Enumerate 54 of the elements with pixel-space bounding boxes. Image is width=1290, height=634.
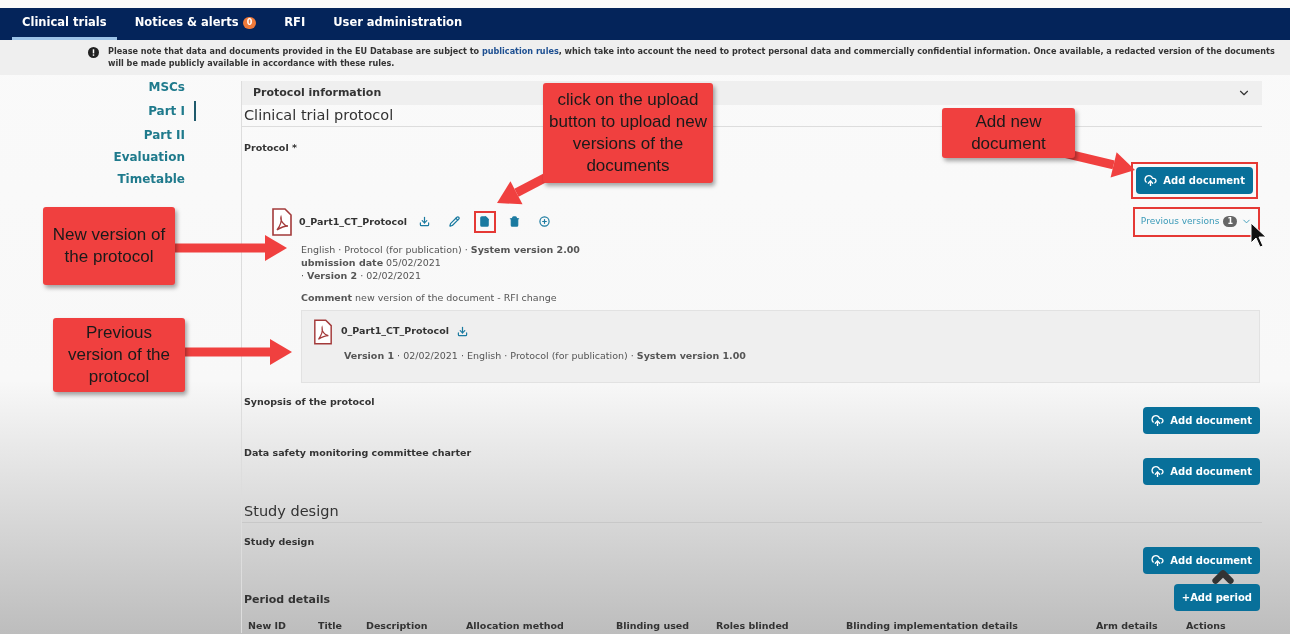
field-label: Study design	[243, 534, 315, 549]
version-count-badge: 1	[1223, 216, 1237, 228]
column-header: Actions	[1186, 618, 1227, 633]
document-meta: English · Protocol (for publication) · System version 2.00	[301, 242, 581, 256]
file-icon[interactable]	[473, 210, 496, 233]
field-label: Protocol *	[243, 141, 297, 155]
cloud-upload-icon	[1151, 413, 1165, 427]
nav-tab[interactable]: RFI	[274, 8, 316, 40]
pdf-file-icon	[313, 318, 333, 345]
column-header: Allocation method	[466, 618, 565, 633]
column-header: Roles blinded	[716, 618, 790, 633]
sidebar-link[interactable]: Timetable	[117, 171, 185, 187]
cloud-upload-icon	[1151, 464, 1165, 478]
exclamation-circle-icon	[88, 47, 99, 58]
column-header: New ID	[248, 618, 287, 633]
callout-tooltip: click on the upload button to upload new versions of the documents	[543, 83, 713, 183]
pdf-file-icon	[271, 207, 293, 236]
download-icon[interactable]	[456, 326, 468, 337]
sidebar-link[interactable]: Part II	[143, 127, 185, 143]
column-header: Arm details	[1096, 618, 1159, 633]
sidebar-link[interactable]: MSCs	[148, 79, 185, 95]
callout-tooltip: Add new document	[942, 108, 1075, 158]
document-name[interactable]: 0_Part1_CT_Protocol	[341, 324, 449, 339]
section-title: Protocol information	[253, 84, 382, 101]
publication-rules-link[interactable]: publication rules	[481, 46, 559, 56]
document-comment: Comment new version of the document - RFI change	[301, 290, 558, 304]
document-meta: · Version 2 · 02/02/2021	[301, 268, 422, 282]
sidebar-link[interactable]: Evaluation	[113, 149, 185, 165]
mouse-pointer-icon	[1250, 222, 1268, 248]
nav-tab[interactable]: Notices & alerts 0	[124, 8, 267, 40]
version-meta: Version 1 · 02/02/2021 · English · Protocol (for publication) · System version 1.00	[343, 348, 747, 363]
column-header: Blinding used	[616, 618, 691, 633]
callout-tooltip: New version of the protocol	[43, 207, 175, 285]
field-label: Synopsis of the protocol	[243, 394, 375, 409]
add-document-button[interactable]: Add document	[1143, 546, 1260, 574]
callout-tooltip: Previous version of the protocol	[53, 318, 185, 392]
add-period-button[interactable]: +Add period	[1173, 583, 1260, 611]
field-label: Data safety monitoring committee charter	[243, 445, 472, 460]
notice-text: Please note that data and documents provided in the EU Database are subject to publication rules, which take into account the need to protect personal data and commercially confidential information. Once available, a redacted version of the documents will be made publicly available in accordance with these rules.	[108, 45, 1276, 69]
column-header: Title	[318, 618, 343, 633]
nav-tab[interactable]: User administration	[323, 8, 473, 40]
cloud-upload-icon	[1151, 553, 1165, 567]
section-heading: Study design	[242, 500, 1262, 523]
alert-count-badge: 0	[242, 16, 257, 29]
document-name[interactable]: 0_Part1_CT_Protocol	[299, 214, 407, 229]
field-label: Period details	[243, 591, 331, 608]
add-document-button[interactable]: Add document	[1143, 406, 1260, 434]
column-header: Blinding implementation details	[846, 618, 1019, 633]
cloud-upload-icon	[1144, 174, 1158, 187]
sidebar-link[interactable]: Part I	[148, 101, 196, 121]
add-document-button[interactable]: Add document	[1143, 457, 1260, 485]
column-header: Description	[366, 618, 429, 633]
add-document-button[interactable]: Add document	[1136, 167, 1253, 194]
document-meta: ubmission date 05/02/2021	[301, 255, 442, 269]
